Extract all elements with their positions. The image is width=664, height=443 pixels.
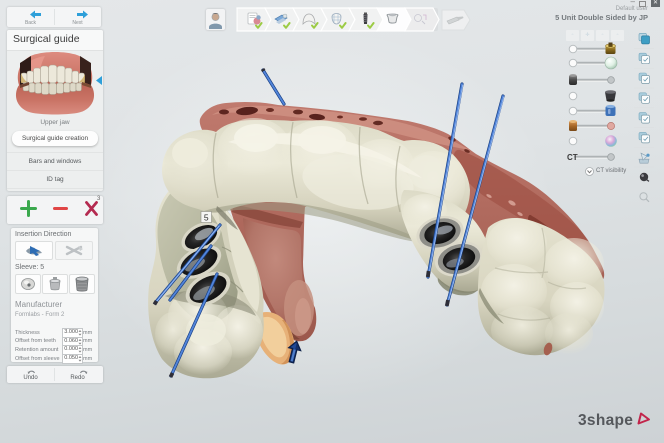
svg-text:5: 5: [204, 213, 209, 223]
svg-text:CT: CT: [567, 153, 578, 162]
